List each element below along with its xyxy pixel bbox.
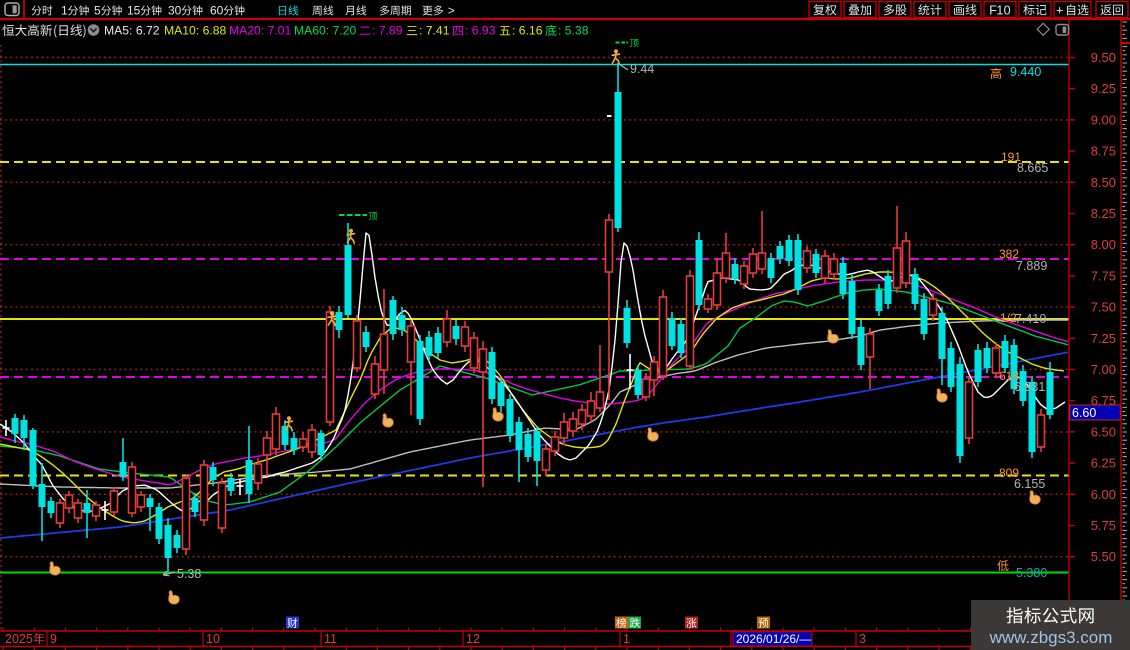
svg-text:9.50: 9.50 xyxy=(1091,50,1116,65)
svg-text:8.25: 8.25 xyxy=(1091,206,1116,221)
svg-text:7.75: 7.75 xyxy=(1091,268,1116,283)
svg-text:MA5: 6.72: MA5: 6.72 xyxy=(104,24,160,38)
svg-text:2026/01/26/—: 2026/01/26/— xyxy=(736,632,811,646)
svg-text:5.38: 5.38 xyxy=(177,567,201,581)
svg-text:5.50: 5.50 xyxy=(1091,549,1116,564)
svg-text:11: 11 xyxy=(324,632,337,646)
svg-text:: 6.16: : 6.16 xyxy=(512,24,543,38)
svg-text:8.75: 8.75 xyxy=(1091,144,1116,159)
svg-text:8.665: 8.665 xyxy=(1017,161,1048,175)
svg-text:8.00: 8.00 xyxy=(1091,237,1116,252)
svg-text:7.50: 7.50 xyxy=(1091,300,1116,315)
svg-text:7.00: 7.00 xyxy=(1091,362,1116,377)
svg-text:: 7.41: : 7.41 xyxy=(419,24,450,38)
svg-text:5.380: 5.380 xyxy=(1016,566,1047,580)
svg-text:9.00: 9.00 xyxy=(1091,112,1116,127)
svg-text:6.00: 6.00 xyxy=(1091,487,1116,502)
svg-text:10: 10 xyxy=(206,632,220,646)
svg-text:: 6.93: : 6.93 xyxy=(465,24,496,38)
svg-text:1: 1 xyxy=(623,632,630,646)
svg-text:9.44: 9.44 xyxy=(630,62,654,76)
svg-text:6.25: 6.25 xyxy=(1091,456,1116,471)
svg-text:MA20: 7.01: MA20: 7.01 xyxy=(229,24,292,38)
svg-text:8.50: 8.50 xyxy=(1091,175,1116,190)
svg-text:7.889: 7.889 xyxy=(1016,259,1047,273)
svg-text:6.931: 6.931 xyxy=(1014,380,1045,394)
svg-text:5.75: 5.75 xyxy=(1091,518,1116,533)
svg-text:7.25: 7.25 xyxy=(1091,331,1116,346)
svg-text:: 7.89: : 7.89 xyxy=(372,24,403,38)
svg-text:9.440: 9.440 xyxy=(1010,65,1041,79)
svg-text:2025: 2025 xyxy=(5,632,33,646)
svg-text:www.zbgs3.com: www.zbgs3.com xyxy=(989,628,1113,647)
svg-text:6.60: 6.60 xyxy=(1072,406,1096,420)
svg-text:6.50: 6.50 xyxy=(1091,424,1116,439)
svg-text:MA60: 7.20: MA60: 7.20 xyxy=(294,24,357,38)
svg-text:3: 3 xyxy=(859,632,866,646)
svg-text:6.155: 6.155 xyxy=(1014,477,1045,491)
svg-text:9.25: 9.25 xyxy=(1091,81,1116,96)
svg-text:12: 12 xyxy=(466,632,480,646)
svg-text:: 5.38: : 5.38 xyxy=(558,24,589,38)
svg-text:MA10: 6.88: MA10: 6.88 xyxy=(164,24,227,38)
svg-text:9: 9 xyxy=(50,632,57,646)
svg-text:7.410: 7.410 xyxy=(1015,312,1046,326)
